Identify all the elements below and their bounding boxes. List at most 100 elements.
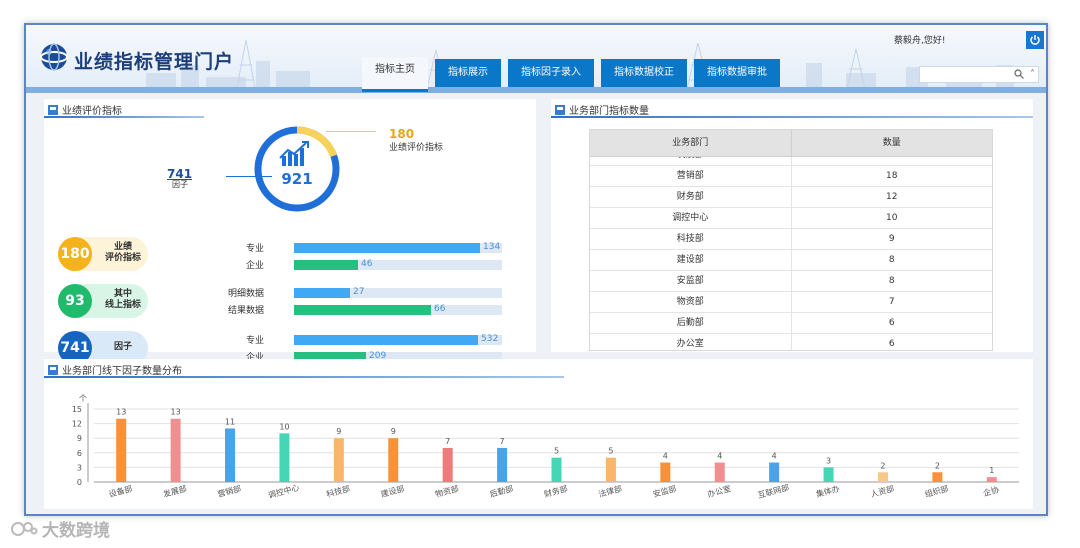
watermark: 大数跨境 — [10, 516, 110, 541]
bar-value-label: 4 — [717, 452, 722, 461]
online-kpi-value: 93 — [58, 284, 92, 318]
panel-title-icon — [555, 104, 565, 115]
column-header-dept: 业务部门 — [590, 130, 792, 156]
x-tick-label: 财务部 — [543, 483, 569, 499]
breakdown-bar-fill — [294, 305, 431, 315]
user-greeting: 蔡毅舟,您好! — [894, 36, 946, 46]
cell-count: 21 — [792, 157, 993, 165]
watermark-logo-icon — [11, 521, 38, 536]
kpi-panel-title: 业绩评价指标 — [48, 102, 122, 117]
bar-value-label: 1 — [989, 466, 994, 475]
x-tick-label: 物资部 — [434, 483, 460, 499]
breakdown-bar-label: 专业 — [245, 244, 264, 254]
bar-value-label: 4 — [663, 452, 668, 461]
tab-data-correction[interactable]: 指标数据校正 — [601, 59, 687, 87]
bar-value-label: 10 — [279, 422, 289, 431]
table-row[interactable]: 后勤部 6 — [590, 313, 992, 334]
bar-value-label: 7 — [445, 437, 450, 446]
offline-panel-title: 业务部门线下因子数量分布 — [48, 362, 182, 377]
breakdown-bar-track: 27 — [294, 287, 502, 298]
bar-value-label: 13 — [171, 408, 181, 417]
breakdown-bar-label: 明细数据 — [227, 289, 264, 299]
breakdown-bar-row: 专业 134 — [204, 242, 504, 254]
search-input[interactable] — [920, 71, 1008, 87]
table-row[interactable]: 营销部 18 — [590, 166, 992, 187]
y-tick-label: 6 — [77, 449, 82, 458]
x-tick-label: 企协 — [982, 484, 1000, 498]
title-underline — [551, 116, 1033, 118]
table-row[interactable]: 办公室 6 — [590, 334, 992, 350]
cell-count: 8 — [888, 255, 895, 265]
cell-count: 9 — [888, 234, 895, 244]
donut-kpi-label: 业绩评价指标 — [389, 143, 444, 153]
x-tick-label: 科技部 — [325, 483, 351, 499]
callout-line-top — [326, 131, 376, 132]
y-tick-label: 3 — [77, 463, 82, 472]
x-tick-label: 发展部 — [162, 483, 188, 499]
donut-kpi-value: 180 — [389, 127, 415, 141]
bar — [551, 457, 562, 482]
bar — [116, 418, 127, 482]
online-kpi-pill: 93 其中 线上指标 — [58, 284, 148, 318]
x-tick-label: 办公室 — [706, 483, 732, 499]
tab-display[interactable]: 指标展示 — [435, 59, 501, 87]
cell-count: 18 — [886, 171, 898, 181]
cell-count: 8 — [888, 276, 895, 286]
dept-count-panel: 业务部门指标数量 业务部门 数量 发展部21营销部 18 财务部 12 调控中心 10 科技… — [551, 99, 1033, 352]
y-axis-unit: 个 — [79, 394, 87, 403]
cell-dept: 调控中心 — [590, 208, 792, 228]
dept-count-table[interactable]: 业务部门 数量 发展部21营销部18财务部12调控中心10科技部9建设部8安监部… — [589, 129, 993, 351]
panel-title-icon — [48, 104, 58, 115]
table-rows: 发展部21营销部 18 财务部 12 调控中心 10 科技部 9 建设部 8 安监部 8 物资部 7 后勤部… — [590, 157, 992, 350]
offline-factor-bar-chart: 03691215个13设备部13发展部11营销部10调控中心9科技部9建设部7物… — [72, 394, 1019, 500]
table-row[interactable]: 调控中心 10 — [590, 208, 992, 229]
table-row[interactable]: 科技部 9 — [590, 229, 992, 250]
bar-value-label: 11 — [225, 417, 235, 426]
breakdown-bar-value: 46 — [361, 259, 373, 269]
x-tick-label: 建设部 — [380, 483, 406, 499]
callout-line-left — [226, 176, 272, 177]
bar — [714, 462, 725, 482]
breakdown-bar-fill — [294, 243, 480, 253]
bar — [170, 418, 181, 482]
bar — [660, 462, 671, 482]
column-header-count: 数量 — [882, 138, 901, 148]
breakdown-bar-value: 66 — [434, 304, 446, 314]
y-tick-label: 12 — [72, 420, 82, 429]
cell-count: 10 — [886, 213, 898, 223]
cell-dept: 办公室 — [590, 334, 792, 350]
breakdown-bar-row: 专业 532 — [204, 334, 504, 346]
bar — [823, 467, 834, 482]
table-row[interactable]: 建设部 8 — [590, 250, 992, 271]
bar — [769, 462, 780, 482]
table-row[interactable]: 安监部 8 — [590, 271, 992, 292]
offline-factor-panel: 业务部门线下因子数量分布 0 3 6 9 12 15 个 13 设备部 13 发展部 11 营销部 10 调… — [44, 359, 1033, 509]
table-row[interactable]: 发展部21 — [590, 157, 992, 166]
x-tick-label: 集体办 — [815, 483, 841, 499]
logout-button[interactable] — [1026, 31, 1044, 49]
bar — [279, 433, 290, 482]
app-title: 业绩指标管理门户 — [74, 51, 235, 73]
kpi-panel-title-text: 业绩评价指标 — [62, 106, 122, 117]
bar-value-label: 9 — [391, 427, 396, 436]
cell-dept: 建设部 — [590, 250, 792, 270]
table-row[interactable]: 财务部 12 — [590, 187, 992, 208]
breakdown-bar-value: 134 — [483, 242, 501, 252]
total-donut-chart: 921 — [254, 126, 340, 212]
table-body[interactable]: 发展部21营销部 18 财务部 12 调控中心 10 科技部 9 建设部 8 安监部 8 物资部 7 后勤部… — [590, 157, 992, 350]
table-row[interactable]: 物资部 7 — [590, 292, 992, 313]
bar — [932, 472, 943, 482]
tab-home[interactable]: 指标主页 — [362, 57, 428, 92]
kpi-panel: 业绩评价指标 921 180 业绩评价指标 741 因子 180 业绩 评价指标… — [44, 99, 536, 365]
breakdown-bar-track: 46 — [294, 259, 502, 270]
x-tick-label: 后勤部 — [488, 483, 514, 499]
double-chevron-up-icon[interactable]: ˄ — [1030, 67, 1035, 82]
x-tick-label: 设备部 — [108, 483, 134, 499]
tab-factor-entry[interactable]: 指标因子录入 — [508, 59, 594, 87]
breakdown-bar-track: 66 — [294, 304, 502, 315]
tab-data-approval[interactable]: 指标数据审批 — [694, 59, 780, 87]
kpi-count-value: 180 — [58, 237, 92, 271]
panel-title-icon — [48, 364, 58, 375]
search-icon[interactable] — [1014, 69, 1024, 79]
bar-value-label: 5 — [554, 447, 559, 456]
